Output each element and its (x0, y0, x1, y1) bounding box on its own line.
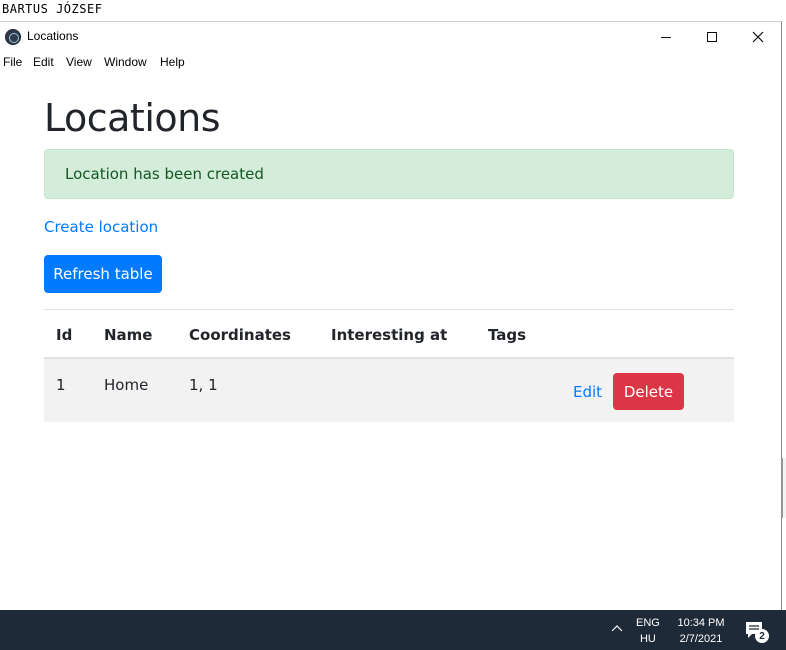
header-coordinates: Coordinates (189, 326, 291, 344)
delete-button[interactable]: Delete (613, 373, 684, 410)
maximize-icon (707, 32, 717, 42)
cell-id: 1 (56, 376, 66, 394)
window-title: Locations (27, 29, 79, 43)
language-indicator[interactable]: ENG HU (636, 615, 660, 647)
taskbar: ENG HU 10:34 PM 2/7/2021 2 (0, 610, 786, 650)
clock[interactable]: 10:34 PM 2/7/2021 (672, 615, 730, 647)
menu-file[interactable]: File (3, 55, 22, 69)
title-bar[interactable]: Locations (0, 22, 781, 52)
table-header: Id Name Coordinates Interesting at Tags (44, 310, 734, 358)
user-caption: BARTUS JÓZSEF (0, 0, 786, 20)
app-window: Locations File Edit View Window Help Loc… (0, 21, 782, 610)
lang-secondary: HU (639, 633, 656, 645)
close-icon (752, 31, 764, 43)
cell-coordinates: 1, 1 (189, 376, 218, 394)
header-tags: Tags (488, 326, 527, 344)
notification-count-badge: 2 (755, 629, 769, 643)
header-interesting-at: Interesting at (331, 326, 448, 344)
background-window-edge (782, 458, 786, 518)
header-id: Id (56, 326, 73, 344)
create-location-link[interactable]: Create location (44, 218, 158, 236)
header-name: Name (104, 326, 153, 344)
menu-help[interactable]: Help (160, 55, 185, 69)
success-alert: Location has been created (44, 149, 734, 199)
refresh-table-button[interactable]: Refresh table (44, 255, 162, 293)
menu-edit[interactable]: Edit (33, 55, 54, 69)
alert-message: Location has been created (65, 165, 264, 183)
maximize-button[interactable] (689, 22, 735, 52)
cell-name: Home (104, 376, 149, 394)
clock-time: 10:34 PM (677, 617, 725, 629)
clock-date: 2/7/2021 (679, 633, 723, 645)
page-title: Locations (44, 96, 221, 140)
minimize-button[interactable] (643, 22, 689, 52)
menu-bar: File Edit View Window Help (0, 52, 781, 72)
electron-app-icon (5, 29, 21, 45)
table-row: 1 Home 1, 1 Edit Delete (44, 359, 734, 422)
chevron-up-icon[interactable] (611, 623, 623, 635)
edit-link[interactable]: Edit (573, 383, 602, 401)
menu-view[interactable]: View (66, 55, 92, 69)
minimize-icon (661, 36, 671, 38)
menu-window[interactable]: Window (104, 55, 147, 69)
close-button[interactable] (735, 22, 781, 52)
lang-primary: ENG (636, 617, 660, 629)
